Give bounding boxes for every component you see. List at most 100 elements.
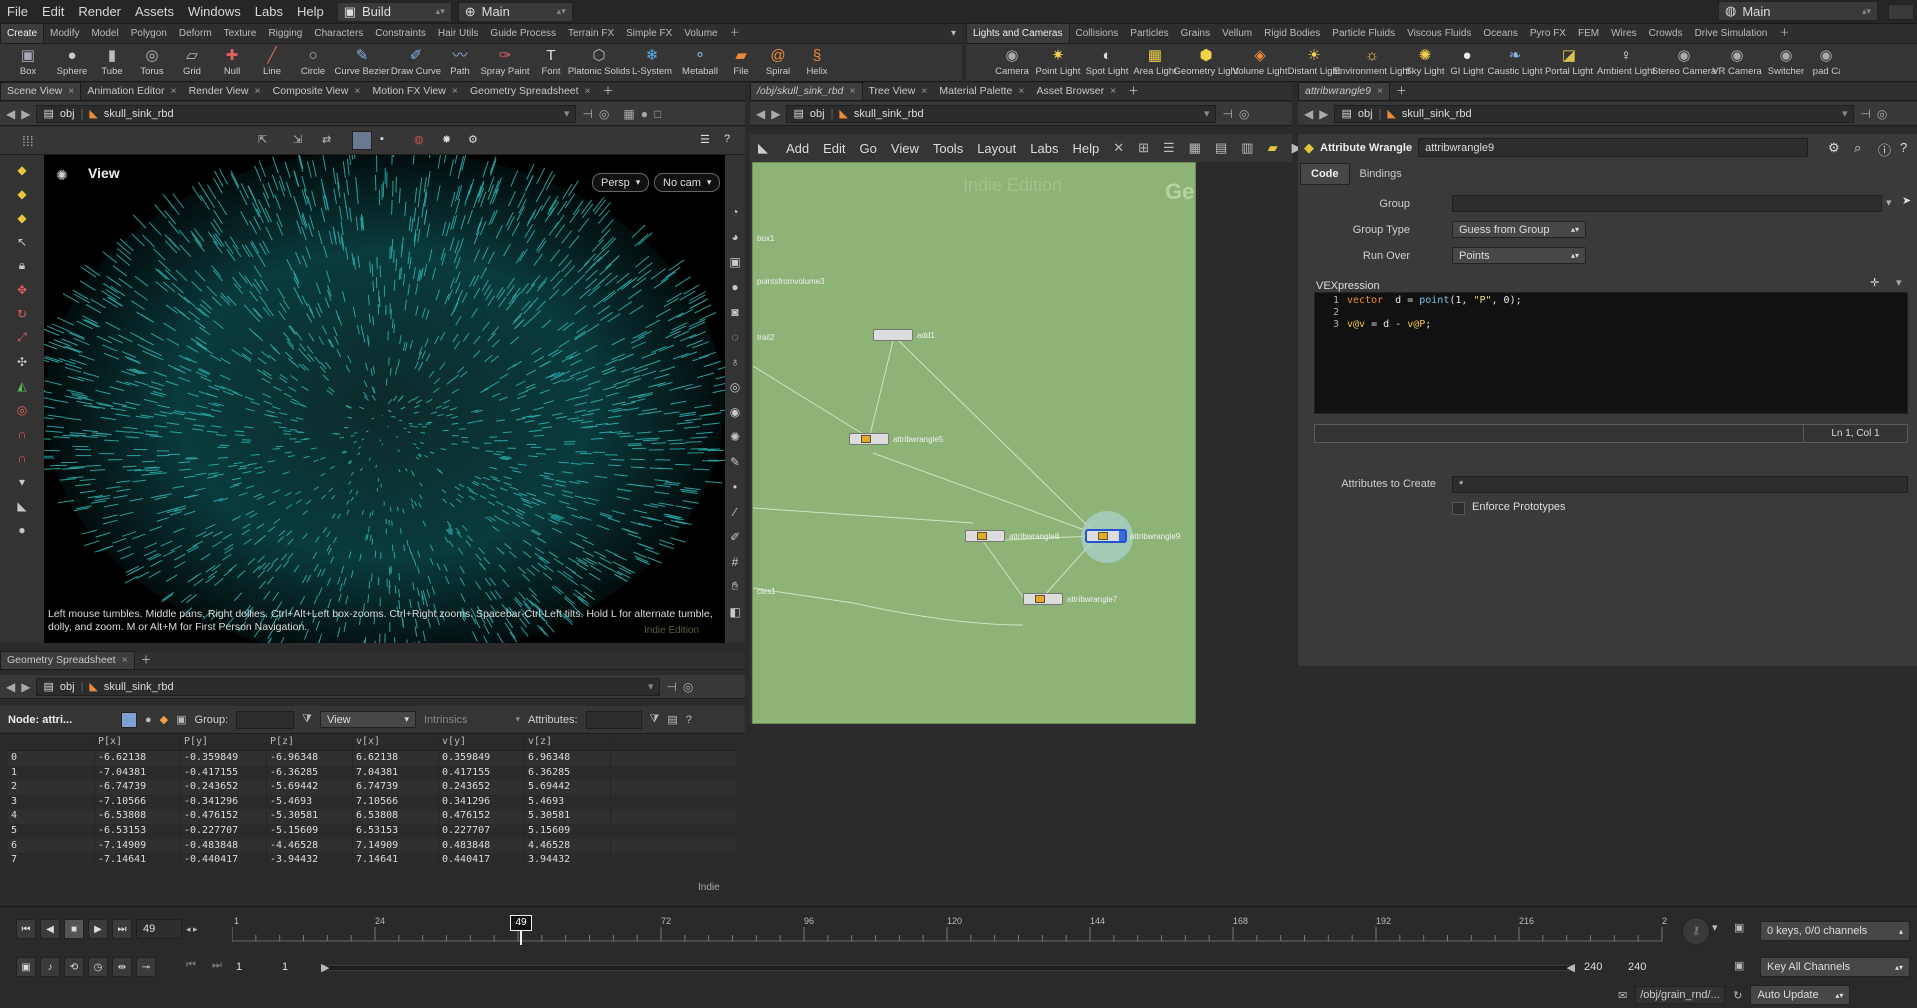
- detail-mode-icon[interactable]: ▣: [176, 713, 186, 726]
- shelf-tab-create[interactable]: Create: [0, 23, 45, 43]
- node-add1[interactable]: add1: [873, 329, 935, 341]
- shelf-tab[interactable]: Simple FX: [620, 24, 678, 43]
- tab-tree-view[interactable]: Tree View ×: [863, 83, 934, 100]
- key-all-dropdown[interactable]: Key All Channels ▴▾: [1760, 957, 1910, 977]
- magnet-icon[interactable]: ∩: [13, 425, 31, 442]
- hand-icon[interactable]: ✋︎: [726, 578, 744, 595]
- table-icon[interactable]: ▥: [1241, 140, 1253, 156]
- options-icon[interactable]: ▤: [667, 713, 677, 726]
- select-arrow-icon[interactable]: ➤: [1902, 194, 1911, 207]
- line-tool[interactable]: ╱ Line: [256, 44, 288, 82]
- range-start2-label[interactable]: 1: [282, 961, 288, 973]
- back-arrow-icon[interactable]: ◀: [6, 107, 15, 121]
- viewport[interactable]: ✺ View Persp ▾ No cam ▾ Left mouse tumbles…: [44, 155, 725, 643]
- column-header[interactable]: v[x]: [353, 736, 439, 750]
- wire-mode-icon[interactable]: ▪: [380, 133, 384, 145]
- scale-icon[interactable]: ⤢: [13, 329, 31, 346]
- dot-icon[interactable]: •: [726, 478, 744, 495]
- shelf-tab[interactable]: Collisions: [1070, 24, 1125, 43]
- chevron-down-icon[interactable]: ▾: [1896, 276, 1902, 289]
- tab-geometry-spreadsheet[interactable]: Geometry Spreadsheet ×: [0, 651, 135, 669]
- file-tool[interactable]: ▰ File: [728, 44, 754, 82]
- vex-menu-icon[interactable]: ✛: [1870, 276, 1879, 289]
- swap-icon[interactable]: ⇄: [322, 133, 331, 146]
- sky-light-tool[interactable]: ✺ Sky Light: [1405, 44, 1444, 82]
- vex-code-editor[interactable]: 123 vector d = point(1, "P", 0); v@v = d…: [1314, 292, 1908, 414]
- platonic-tool[interactable]: ⬡ Platonic Solids: [568, 44, 630, 82]
- help-icon[interactable]: ?: [1900, 140, 1907, 155]
- range-icon[interactable]: ⇹: [112, 957, 132, 977]
- tab-asset-browser[interactable]: Asset Browser ×: [1030, 83, 1122, 100]
- font-tool[interactable]: T Font: [536, 44, 566, 82]
- range-start-label[interactable]: 1: [236, 961, 242, 973]
- sphere-tool[interactable]: ● Sphere: [56, 44, 88, 82]
- tumble-icon[interactable]: ⇱: [258, 133, 267, 146]
- eye-icon[interactable]: ◔: [726, 203, 744, 220]
- stop-icon[interactable]: ■: [64, 919, 84, 939]
- pin-icon[interactable]: ⊣: [1860, 107, 1870, 121]
- network-side-icon[interactable]: ◣: [758, 140, 768, 156]
- magnet2-icon[interactable]: ∩: [13, 449, 31, 466]
- shelf-tab[interactable]: Texture: [218, 24, 263, 43]
- shelf-tab[interactable]: Characters: [308, 24, 369, 43]
- tab-motion-fx-view[interactable]: Motion FX View ×: [367, 83, 464, 100]
- node-attribwrangle9[interactable]: attribwrangle9: [1086, 530, 1180, 542]
- attributes-filter-input[interactable]: [585, 710, 642, 729]
- node-pointsfromvolume3[interactable]: pointsfromvolume3: [757, 277, 825, 286]
- column-header[interactable]: P[y]: [181, 736, 267, 750]
- clock-icon[interactable]: ◷: [88, 957, 108, 977]
- forward-arrow-icon[interactable]: ▶: [21, 107, 30, 121]
- wrench-icon[interactable]: ✕: [1113, 140, 1124, 156]
- spiral-tool[interactable]: @ Spiral: [762, 44, 794, 82]
- group-input[interactable]: [1452, 195, 1882, 212]
- shelf-tab[interactable]: Pyro FX: [1524, 24, 1572, 43]
- point-light-tool[interactable]: ✷ Point Light: [1036, 44, 1081, 82]
- shelf-tab[interactable]: Polygon: [125, 24, 173, 43]
- switcher-tool[interactable]: ◉ Switcher: [1766, 44, 1806, 82]
- distant-light-tool[interactable]: ☀ Distant Light: [1288, 44, 1341, 82]
- forward-arrow-icon[interactable]: ▶: [21, 680, 30, 694]
- network-menu-help[interactable]: Help: [1072, 141, 1099, 156]
- network-menu-go[interactable]: Go: [860, 141, 877, 156]
- filter-icon[interactable]: ⧩: [650, 713, 660, 726]
- enforce-prototypes-checkbox[interactable]: [1452, 502, 1465, 515]
- snapshot-icon[interactable]: □: [654, 107, 661, 121]
- info-icon[interactable]: ⓘ: [1878, 140, 1891, 159]
- select-mode-icon[interactable]: ◎: [726, 378, 744, 395]
- tube-tool[interactable]: ▮ Tube: [96, 44, 128, 82]
- link-icon[interactable]: ◎: [1239, 107, 1249, 121]
- expand-icon[interactable]: ▾: [13, 473, 31, 490]
- primitives-mode-icon[interactable]: ◆: [160, 713, 168, 726]
- shelf-tab[interactable]: Hair Utils: [432, 24, 485, 43]
- add-shelf-tab-icon[interactable]: ＋: [724, 24, 746, 43]
- intrinsics-dropdown[interactable]: Intrinsics ▾: [424, 714, 520, 726]
- helix-tool[interactable]: § Helix: [802, 44, 832, 82]
- filter-icon[interactable]: ⧩: [302, 713, 312, 726]
- node-attribwrangle7[interactable]: attribwrangle7: [1023, 593, 1117, 605]
- tag-icon[interactable]: ◆: [13, 209, 31, 226]
- key-icon[interactable]: ⚷: [1682, 917, 1710, 945]
- menu-file[interactable]: File: [0, 0, 35, 24]
- paint-bucket-icon[interactable]: ◧: [726, 603, 744, 620]
- table-row[interactable]: 5 -6.53153 -0.227707 -5.15609 6.53153 0.22770…: [8, 823, 736, 839]
- node-attribwrangle5[interactable]: attribwrangle5: [849, 433, 943, 445]
- shelf-tab[interactable]: Grains: [1175, 24, 1216, 43]
- shelf-tab[interactable]: Rigid Bodies: [1258, 24, 1326, 43]
- torus-tool[interactable]: ◎ Torus: [136, 44, 168, 82]
- chevron-down-icon[interactable]: ▾: [1712, 921, 1718, 934]
- shelf-tab[interactable]: Guide Process: [484, 24, 562, 43]
- bulb-icon[interactable]: ♁: [726, 353, 744, 370]
- table-row[interactable]: 6 -7.14909 -0.483848 -4.46528 7.14909 0.48384…: [8, 838, 736, 854]
- tab-material-palette[interactable]: Material Palette ×: [933, 83, 1030, 100]
- grid-tool[interactable]: ▱ Grid: [176, 44, 208, 82]
- light-toggle-icon[interactable]: ✸: [442, 133, 451, 146]
- lock-icon[interactable]: 🔒︎: [13, 257, 31, 274]
- pin-icon[interactable]: ◉: [726, 403, 744, 420]
- link-icon[interactable]: ◎: [683, 680, 693, 694]
- network-menu-edit[interactable]: Edit: [823, 141, 845, 156]
- measure-icon[interactable]: ✐: [726, 528, 744, 545]
- geometry-light-tool[interactable]: ⬢ Geometry Light: [1174, 44, 1239, 82]
- table-row[interactable]: 4 -6.53808 -0.476152 -5.30581 6.53808 0.47615…: [8, 809, 736, 824]
- sphere-shade-icon[interactable]: ●: [726, 278, 744, 295]
- tab-animation-editor[interactable]: Animation Editor ×: [81, 83, 182, 100]
